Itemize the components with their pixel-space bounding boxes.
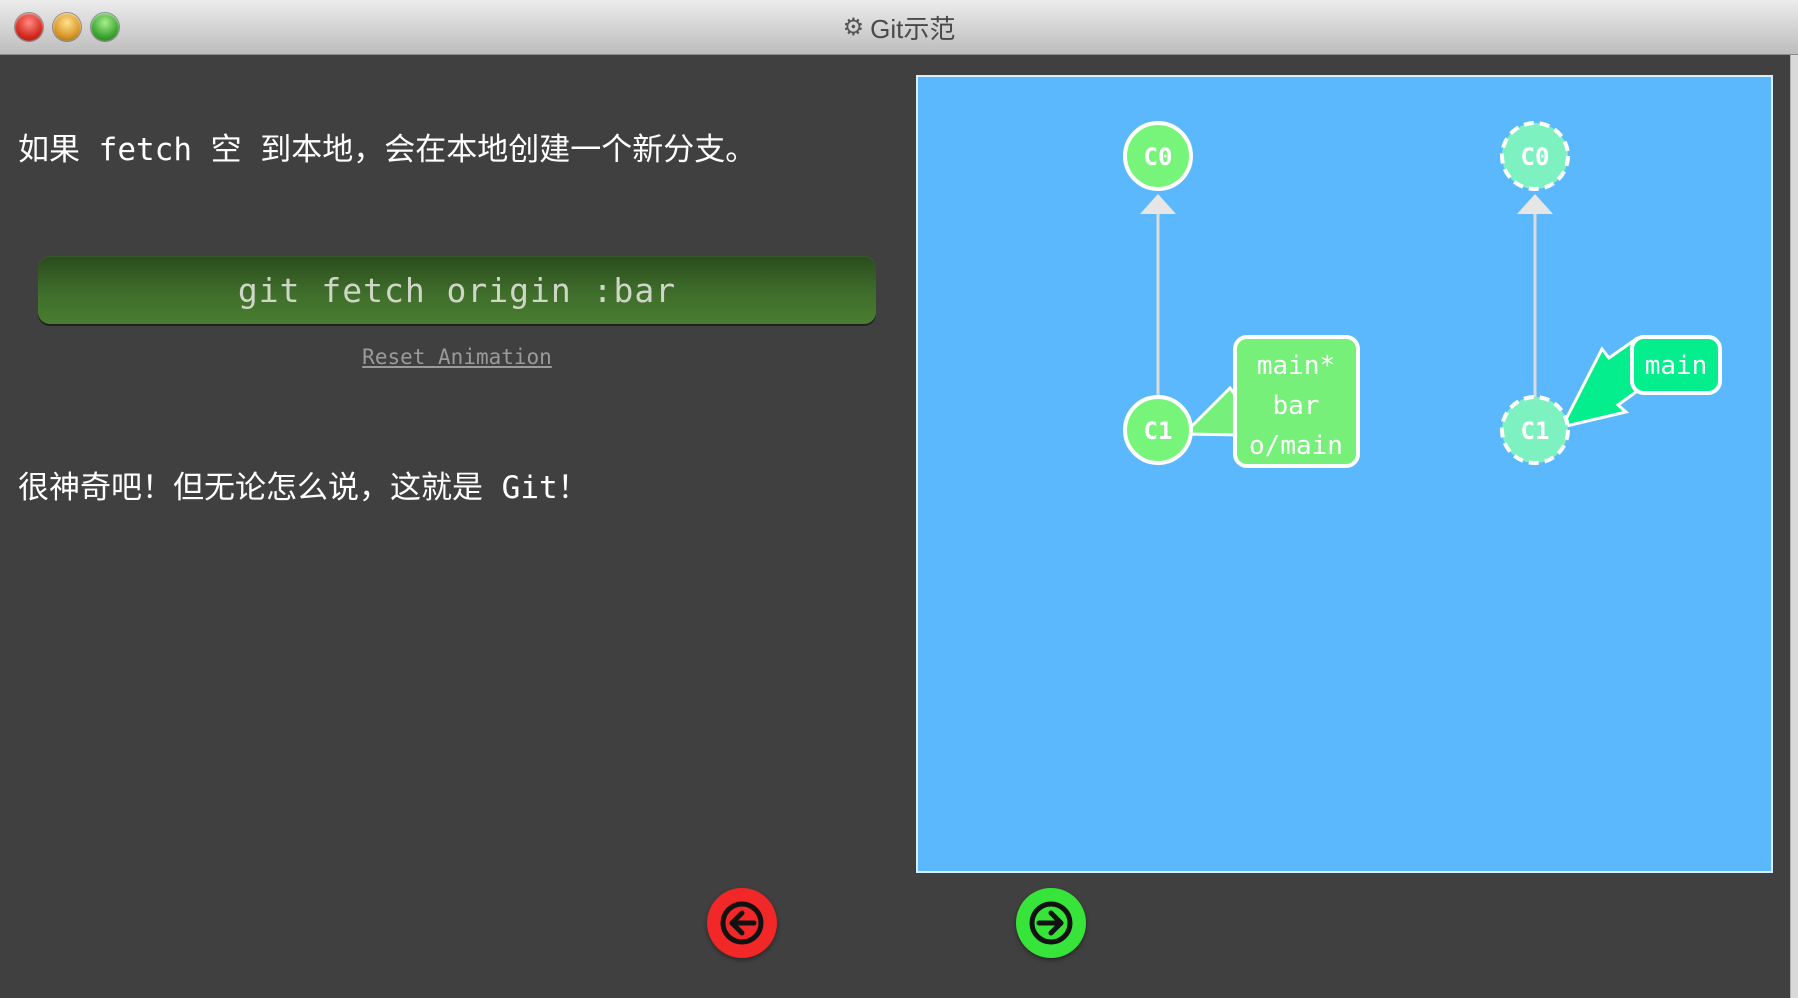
prev-step-button[interactable] <box>707 888 777 958</box>
branch-label-o-main: o/main <box>1249 431 1343 461</box>
local-commit-c1[interactable]: C1 <box>1123 395 1193 465</box>
gear-icon: ⚙ <box>842 14 865 41</box>
remote-commit-c0-label: C0 <box>1521 143 1550 171</box>
remote-edge-arrowhead <box>1517 194 1553 214</box>
next-step-button[interactable] <box>1016 888 1086 958</box>
explanation-text-1: 如果 fetch 空 到本地，会在本地创建一个新分支。 <box>18 132 757 168</box>
window-scrollbar[interactable] <box>1790 55 1798 998</box>
branch-label-main-remote: main <box>1645 351 1708 381</box>
arrow-left-icon <box>720 901 764 945</box>
remote-branch-label-box[interactable]: main <box>1630 335 1722 395</box>
window-title-text: Git示范 <box>870 14 956 44</box>
arrow-right-icon <box>1029 901 1073 945</box>
local-commit-c1-label: C1 <box>1144 417 1173 445</box>
git-graph: C0 C1 main* bar o/main C0 C1 main <box>1123 121 1722 468</box>
local-edge-arrowhead <box>1140 194 1176 214</box>
local-commit-c0-label: C0 <box>1144 143 1173 171</box>
command-box: git fetch origin :bar <box>38 256 876 324</box>
branch-label-bar: bar <box>1273 391 1320 421</box>
local-branch-label-box[interactable]: main* bar o/main <box>1233 335 1360 468</box>
explanation-text-2: 很神奇吧！但无论怎么说，这就是 Git！ <box>18 470 589 506</box>
remote-commit-c0[interactable]: C0 <box>1500 121 1570 191</box>
remote-commit-c1[interactable]: C1 <box>1500 395 1570 465</box>
remote-commit-c1-label: C1 <box>1521 417 1550 445</box>
branch-label-main-local: main* <box>1257 351 1335 381</box>
window-titlebar: ⚙ Git示范 <box>0 0 1798 55</box>
reset-animation-link[interactable]: Reset Animation <box>0 345 914 369</box>
local-commit-c0[interactable]: C0 <box>1123 121 1193 191</box>
git-visualization-canvas: C0 C1 main* bar o/main C0 C1 main <box>916 75 1773 873</box>
window-title: ⚙ Git示范 <box>0 0 1798 55</box>
